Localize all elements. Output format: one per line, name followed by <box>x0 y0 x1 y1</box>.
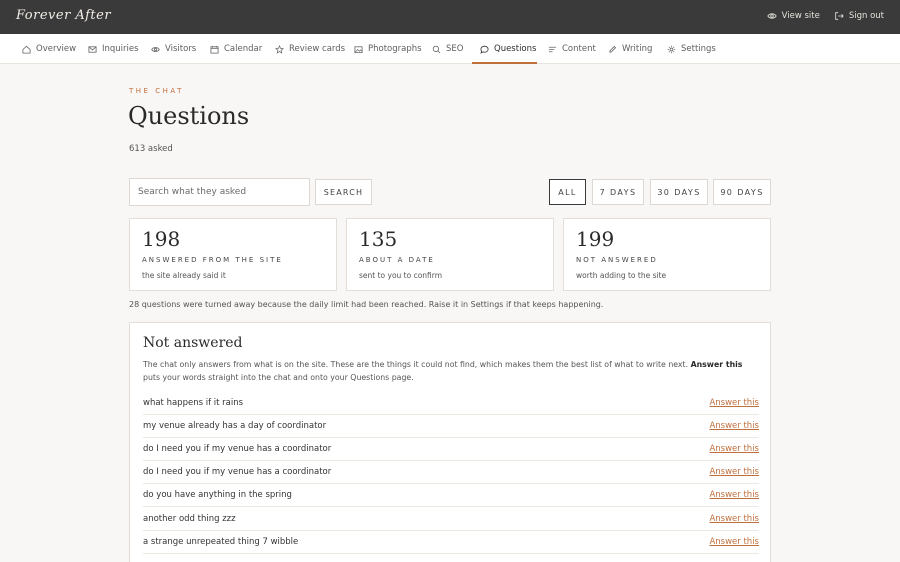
question-row: a strange unrepeated thing 7 wibble Answ… <box>143 531 759 554</box>
eye-icon <box>151 46 160 52</box>
question-text: another odd thing zzz <box>143 514 236 524</box>
stat-card-answered: 198 ANSWERED FROM THE SITE the site alre… <box>129 218 337 291</box>
stat-value: 198 <box>142 227 181 251</box>
nav-item-calendar[interactable]: Calendar <box>210 34 262 64</box>
answer-this-link[interactable]: Answer this <box>709 444 759 454</box>
nav-label: Calendar <box>224 44 263 54</box>
stat-value: 135 <box>359 227 398 251</box>
panel-title: Not answered <box>143 335 243 351</box>
question-text: my venue already has a day of coordinato… <box>143 421 327 431</box>
view-site-link[interactable]: View site <box>766 11 820 21</box>
search-input[interactable] <box>129 178 310 206</box>
answer-this-link[interactable]: Answer this <box>709 537 759 547</box>
filter-7-days[interactable]: 7 DAYS <box>592 179 644 205</box>
image-icon <box>354 45 363 53</box>
main-nav: Overview Inquiries Visitors Calendar Rev… <box>0 34 900 64</box>
page-title: Questions <box>128 102 250 130</box>
nav-label: Content <box>562 44 596 54</box>
nav-label: Questions <box>494 44 537 54</box>
desc-text: The chat only answers from what is on th… <box>143 360 689 369</box>
pen-icon <box>609 45 617 53</box>
nav-label: Photographs <box>368 44 422 54</box>
question-text: do I need you if my venue has a coordina… <box>143 467 332 477</box>
question-row: do I need you if my venue has a coordina… <box>143 438 759 461</box>
view-site-label: View site <box>781 11 820 21</box>
stat-subtext: worth adding to the site <box>576 271 667 280</box>
stat-subtext: the site already said it <box>142 271 226 280</box>
home-icon <box>22 45 31 54</box>
sign-out-label: Sign out <box>848 11 884 21</box>
nav-label: Settings <box>681 44 716 54</box>
eye-icon <box>766 13 777 19</box>
sign-out-icon <box>835 12 844 20</box>
stat-label: ABOUT A DATE <box>359 256 435 264</box>
question-row: do I need you if my venue has a coordina… <box>143 461 759 484</box>
nav-label: SEO <box>446 44 464 54</box>
nav-item-writing[interactable]: Writing <box>608 34 652 64</box>
answer-this-link[interactable]: Answer this <box>709 514 759 524</box>
question-row: what happens if it rains Answer this <box>143 392 759 415</box>
desc-text-end: puts your words straight into the chat a… <box>143 373 414 382</box>
nav-label: Overview <box>36 44 77 54</box>
nav-item-content[interactable]: Content <box>548 34 596 64</box>
desc-bold: Answer this <box>690 360 743 369</box>
question-text: do you have anything in the spring <box>143 490 292 500</box>
star-icon <box>275 44 284 54</box>
not-answered-panel: Not answered The chat only answers from … <box>129 322 771 562</box>
stat-card-not-answered: 199 NOT ANSWERED worth adding to the sit… <box>563 218 771 291</box>
mail-icon <box>88 45 97 53</box>
panel-description: The chat only answers from what is on th… <box>143 358 761 384</box>
nav-item-overview[interactable]: Overview <box>22 34 76 64</box>
lines-icon <box>548 46 557 52</box>
stat-value: 199 <box>576 227 615 251</box>
question-text: what happens if it rains <box>143 398 244 408</box>
calendar-icon <box>210 45 219 54</box>
filter-90-days[interactable]: 90 DAYS <box>713 179 771 205</box>
nav-item-visitors[interactable]: Visitors <box>151 34 196 64</box>
nav-label: Review cards <box>289 44 346 54</box>
nav-label: Writing <box>622 44 653 54</box>
answer-this-link[interactable]: Answer this <box>709 490 759 500</box>
question-text: a strange unrepeated thing 7 wibble <box>143 537 299 547</box>
stat-label: NOT ANSWERED <box>576 256 658 264</box>
nav-item-review-cards[interactable]: Review cards <box>275 34 345 64</box>
chat-bubble-icon <box>480 45 489 54</box>
nav-item-seo[interactable]: SEO <box>432 34 463 64</box>
answer-this-link[interactable]: Answer this <box>709 467 759 477</box>
stat-subtext: sent to you to confirm <box>359 271 443 280</box>
top-actions: View site Sign out <box>766 11 884 21</box>
question-row: do you have anything in the spring Answe… <box>143 484 759 507</box>
question-text: do I need you if my venue has a coordina… <box>143 444 332 454</box>
question-row: another odd thing zzz Answer this <box>143 508 759 531</box>
answer-this-link[interactable]: Answer this <box>709 398 759 408</box>
stat-card-about-date: 135 ABOUT A DATE sent to you to confirm <box>346 218 554 291</box>
question-row: my venue already has a day of coordinato… <box>143 415 759 438</box>
nav-label: Visitors <box>165 44 197 54</box>
brand-logo[interactable]: Forever After <box>16 8 111 23</box>
sign-out-link[interactable]: Sign out <box>834 11 884 21</box>
stat-label: ANSWERED FROM THE SITE <box>142 256 283 264</box>
nav-label: Inquiries <box>102 44 139 54</box>
limit-notice: 28 questions were turned away because th… <box>129 300 604 309</box>
gear-icon <box>667 45 676 53</box>
asked-count: 613 asked <box>129 144 173 154</box>
filter-30-days[interactable]: 30 DAYS <box>650 179 708 205</box>
nav-item-questions[interactable]: Questions <box>480 34 536 64</box>
nav-item-settings[interactable]: Settings <box>667 34 716 64</box>
search-button[interactable]: SEARCH <box>315 179 372 205</box>
active-tab-indicator <box>472 62 537 64</box>
search-icon <box>432 45 441 53</box>
nav-item-photographs[interactable]: Photographs <box>354 34 422 64</box>
answer-this-link[interactable]: Answer this <box>709 421 759 431</box>
nav-item-inquiries[interactable]: Inquiries <box>88 34 139 64</box>
page-eyebrow: THE CHAT <box>129 87 184 95</box>
top-bar: Forever After View site Sign out <box>0 0 900 34</box>
filter-all[interactable]: ALL <box>549 179 586 205</box>
